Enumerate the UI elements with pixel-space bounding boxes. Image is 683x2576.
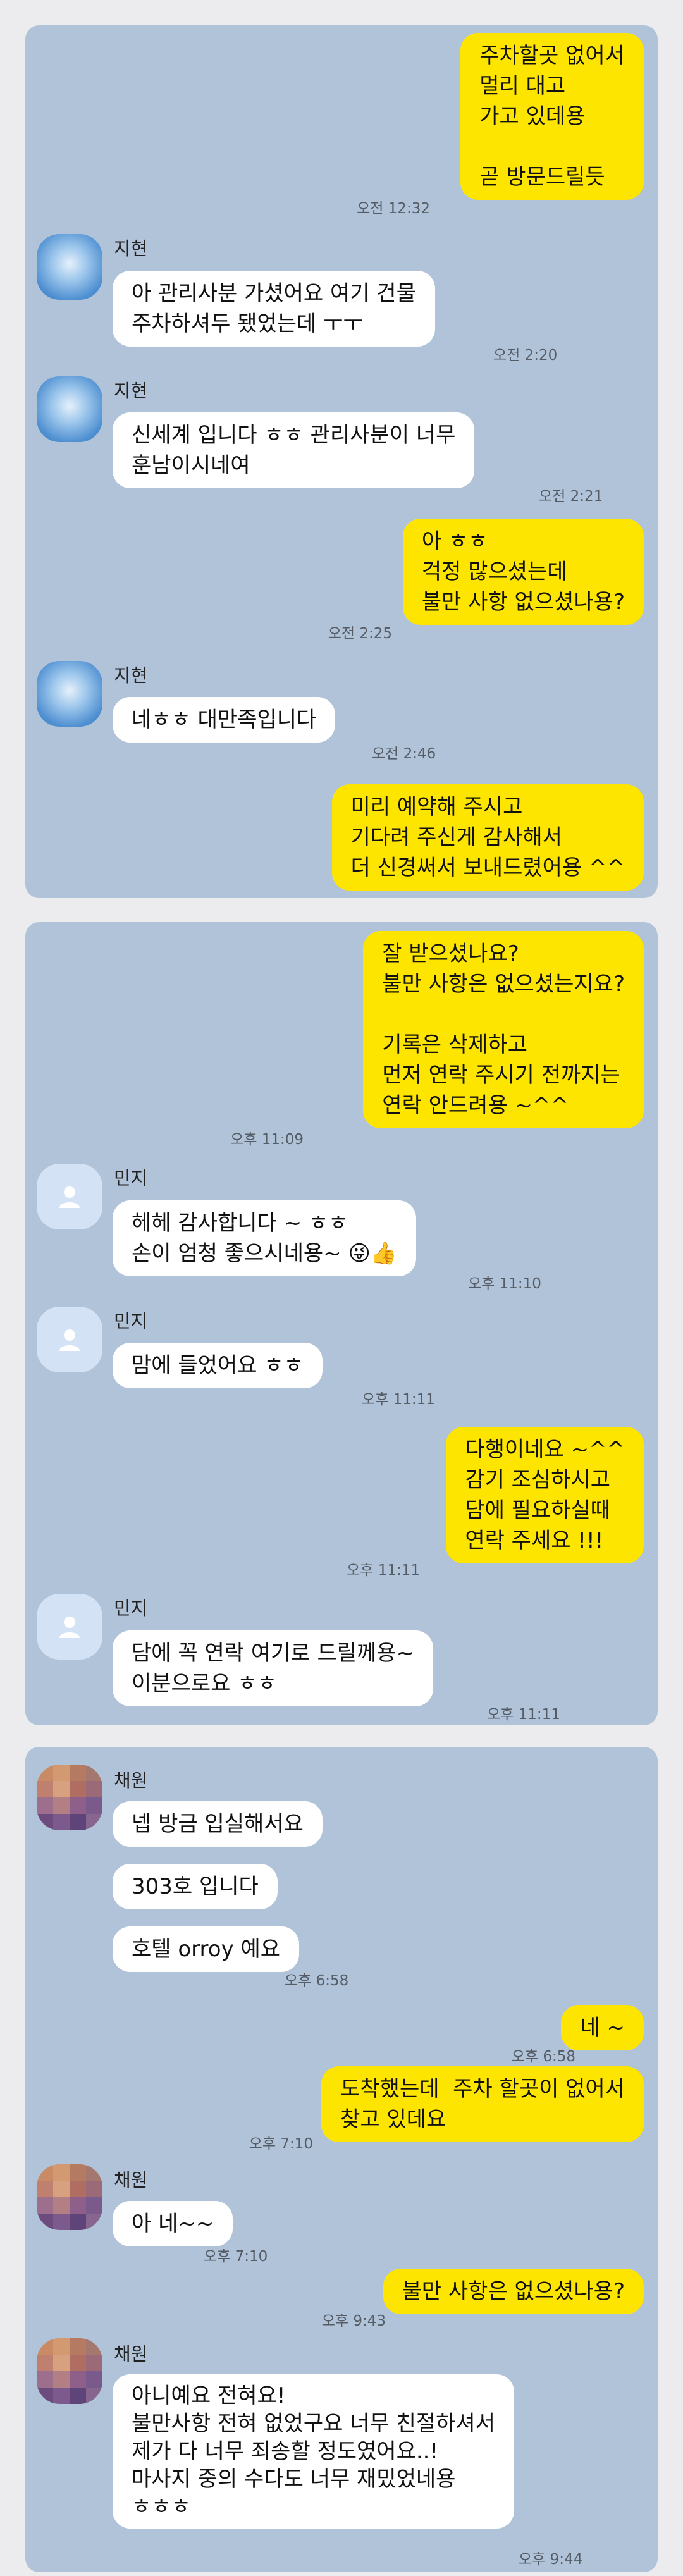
incoming-message[interactable]: 아 네~~ (113, 2201, 233, 2246)
message-time: 오후 11:09 (230, 1131, 304, 1148)
incoming-message[interactable]: 아 관리사분 가셨어요 여기 건물 주차하셔두 됐었는데 ㅜㅜ (113, 271, 435, 347)
message-time: 오전 2:46 (372, 746, 436, 762)
outgoing-message[interactable]: 주차할곳 없어서 멀리 대고 가고 있데용 곧 방문드릴듯 (460, 33, 644, 200)
person-icon (59, 1186, 80, 1208)
sender-name: 민지 (114, 1168, 148, 1189)
sender-name: 지현 (114, 665, 148, 686)
message-time: 오후 11:11 (362, 1391, 435, 1408)
message-bubble: 도착했는데 주차 할곳이 없어서 찾고 있데요 (321, 2066, 644, 2142)
outgoing-message[interactable]: 아 ㅎㅎ 걱정 많으셨는데 불만 사항 없으셨나용? (402, 519, 644, 625)
message-time: 오후 7:10 (204, 2248, 268, 2265)
message-bubble: 303호 입니다 (113, 1864, 278, 1909)
incoming-message[interactable]: 헤헤 감사합니다 ~ ㅎㅎ 손이 엄청 좋으시네용~ 😜👍 (113, 1200, 417, 1276)
message-text: 헤헤 감사합니다 ~ ㅎㅎ 손이 엄청 좋으시네용~ (132, 1211, 348, 1266)
emoji: 😜👍 (348, 1241, 398, 1266)
message-bubble: 신세계 입니다 ㅎㅎ 관리사분이 너무 훈남이시네여 (113, 412, 475, 488)
message-bubble: 넵 방금 입실해서요 (113, 1801, 323, 1847)
message-time: 오후 9:44 (519, 2551, 583, 2568)
incoming-message[interactable]: 넵 방금 입실해서요 (113, 1801, 323, 1847)
message-bubble: 호텔 orroy 예요 (113, 1926, 300, 1972)
sender-name: 민지 (114, 1310, 148, 1332)
message-time: 오전 2:25 (328, 626, 392, 642)
sender-name: 채원 (114, 2169, 148, 2191)
outgoing-message[interactable]: 불만 사항은 없으셨나용? (383, 2269, 644, 2314)
chat-panel-2: 잘 받으셨나요? 불만 사항은 없으셨는지요? 기록은 삭제하고 먼저 연락 주… (25, 922, 658, 1725)
incoming-message[interactable]: 아니예요 전혀요! 불만사항 전혀 없었구요 너무 친절하셔서 제가 다 너무 … (113, 2374, 514, 2529)
avatar[interactable] (37, 376, 102, 442)
message-bubble: 담에 꼭 연락 여기로 드릴께용~ 이분으로요 ㅎㅎ (113, 1630, 434, 1706)
message-bubble: 아 네~~ (113, 2201, 233, 2246)
message-time: 오후 11:11 (487, 1706, 560, 1723)
message-time: 오후 7:10 (249, 2136, 313, 2152)
message-time: 오전 2:20 (493, 347, 558, 364)
message-bubble: 미리 예약해 주시고 기다려 주신게 감사해서 더 신경써서 보내드렸어용 ^^ (331, 784, 644, 891)
avatar[interactable] (37, 2338, 102, 2404)
message-time: 오후 6:58 (285, 1973, 349, 1989)
outgoing-message[interactable]: 도착했는데 주차 할곳이 없어서 찾고 있데요 (321, 2066, 644, 2142)
message-time: 오후 9:43 (321, 2313, 386, 2329)
sender-name: 채원 (114, 2343, 148, 2365)
chat-panel-3: 채원 넵 방금 입실해서요 303호 입니다 호텔 orroy 예요 오후 6:… (25, 1747, 658, 2572)
avatar[interactable] (37, 2164, 102, 2230)
message-bubble: 맘에 들었어요 ㅎㅎ (113, 1343, 323, 1388)
avatar[interactable] (37, 661, 102, 727)
chat-panel-1: 주차할곳 없어서 멀리 대고 가고 있데용 곧 방문드릴듯 오전 12:32 지… (25, 25, 658, 898)
message-bubble: 불만 사항은 없으셨나용? (383, 2269, 644, 2314)
outgoing-message[interactable]: 미리 예약해 주시고 기다려 주신게 감사해서 더 신경써서 보내드렸어용 ^^ (331, 784, 644, 891)
incoming-message[interactable]: 담에 꼭 연락 여기로 드릴께용~ 이분으로요 ㅎㅎ (113, 1630, 434, 1706)
avatar[interactable] (37, 1765, 102, 1830)
sender-name: 채원 (114, 1770, 148, 1791)
message-time: 오후 11:10 (468, 1276, 541, 1292)
avatar[interactable] (37, 1594, 102, 1660)
message-time: 오전 12:32 (357, 200, 430, 217)
message-bubble: 다행이네요 ~^^ 감기 조심하시고 담에 필요하실때 연락 주세요 !!! (446, 1427, 644, 1563)
person-icon (59, 1617, 80, 1638)
message-bubble: 아 ㅎㅎ 걱정 많으셨는데 불만 사항 없으셨나용? (402, 519, 644, 625)
incoming-message[interactable]: 303호 입니다 (113, 1864, 278, 1909)
incoming-message[interactable]: 맘에 들었어요 ㅎㅎ (113, 1343, 323, 1388)
message-bubble: 아니예요 전혀요! 불만사항 전혀 없었구요 너무 친절하셔서 제가 다 너무 … (113, 2374, 514, 2529)
person-icon (59, 1329, 80, 1351)
avatar[interactable] (37, 1307, 102, 1372)
message-bubble: 네ㅎㅎ 대만족입니다 (113, 697, 336, 743)
incoming-message[interactable]: 신세계 입니다 ㅎㅎ 관리사분이 너무 훈남이시네여 (113, 412, 475, 488)
message-time: 오후 6:58 (511, 2049, 575, 2065)
message-time: 오전 2:21 (539, 488, 603, 505)
sender-name: 지현 (114, 380, 148, 402)
message-bubble: 헤헤 감사합니다 ~ ㅎㅎ 손이 엄청 좋으시네용~ 😜👍 (113, 1200, 417, 1276)
message-time: 오후 11:11 (347, 1562, 420, 1579)
sender-name: 지현 (114, 238, 148, 259)
incoming-message[interactable]: 네ㅎㅎ 대만족입니다 (113, 697, 336, 743)
outgoing-message[interactable]: 잘 받으셨나요? 불만 사항은 없으셨는지요? 기록은 삭제하고 먼저 연락 주… (363, 931, 644, 1128)
message-bubble: 아 관리사분 가셨어요 여기 건물 주차하셔두 됐었는데 ㅜㅜ (113, 271, 435, 347)
message-bubble: 주차할곳 없어서 멀리 대고 가고 있데용 곧 방문드릴듯 (460, 33, 644, 200)
avatar[interactable] (37, 1164, 102, 1229)
sender-name: 민지 (114, 1598, 148, 1619)
message-bubble: 잘 받으셨나요? 불만 사항은 없으셨는지요? 기록은 삭제하고 먼저 연락 주… (363, 931, 644, 1128)
outgoing-message[interactable]: 다행이네요 ~^^ 감기 조심하시고 담에 필요하실때 연락 주세요 !!! (446, 1427, 644, 1563)
avatar[interactable] (37, 234, 102, 300)
incoming-message[interactable]: 호텔 orroy 예요 (113, 1926, 300, 1972)
